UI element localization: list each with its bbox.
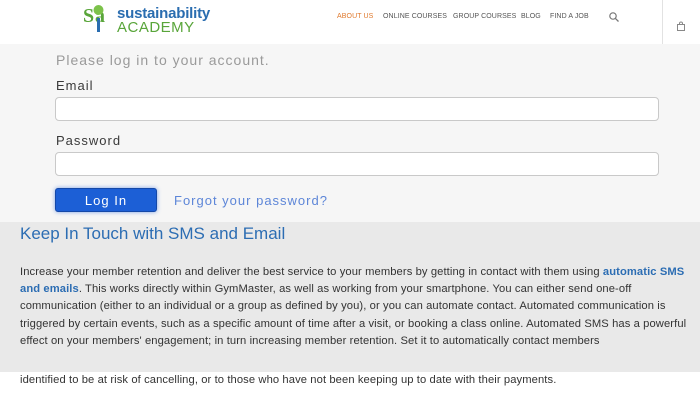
body-text-prefix: Increase your member retention and deliv…	[20, 266, 603, 278]
login-panel: Please log in to your account. Email Pas…	[0, 44, 700, 222]
nav-item-find-a-job[interactable]: FIND A JOB	[550, 13, 589, 20]
nav-item-about-us[interactable]: ABOUT US	[337, 13, 373, 20]
section-body-text: Increase your member retention and deliv…	[20, 264, 690, 350]
sms-email-feature-section: Keep In Touch with SMS and Email Increas…	[0, 222, 700, 372]
section-heading: Keep In Touch with SMS and Email	[20, 224, 286, 243]
email-field[interactable]	[55, 97, 659, 121]
nav-item-group-courses[interactable]: GROUP COURSES	[453, 13, 516, 20]
body-text-last-line-strip: identified to be at risk of cancelling, …	[20, 372, 700, 400]
password-label: Password	[56, 133, 122, 148]
logo-wordmark-line2: ACADEMY	[117, 19, 195, 36]
nav-item-blog[interactable]: BLOG	[521, 13, 541, 20]
body-text-last-line: identified to be at risk of cancelling, …	[20, 374, 557, 386]
header-divider	[662, 0, 663, 44]
forgot-password-link[interactable]: Forgot your password?	[174, 193, 328, 208]
nav-item-online-courses[interactable]: ONLINE COURSES	[383, 13, 447, 20]
login-button[interactable]: Log In	[55, 188, 157, 212]
body-text-suffix: . This works directly within GymMaster, …	[20, 283, 687, 347]
site-header: S a sustainability ACADEMY ABOUT US ONLI…	[0, 0, 700, 45]
shopping-bag-icon[interactable]	[676, 21, 686, 31]
search-icon[interactable]	[608, 11, 620, 23]
email-label: Email	[56, 78, 94, 93]
svg-text:S: S	[83, 5, 94, 27]
login-intro-text: Please log in to your account.	[56, 52, 270, 68]
password-field[interactable]	[55, 152, 659, 176]
tree-logo-icon: S a	[83, 5, 105, 32]
